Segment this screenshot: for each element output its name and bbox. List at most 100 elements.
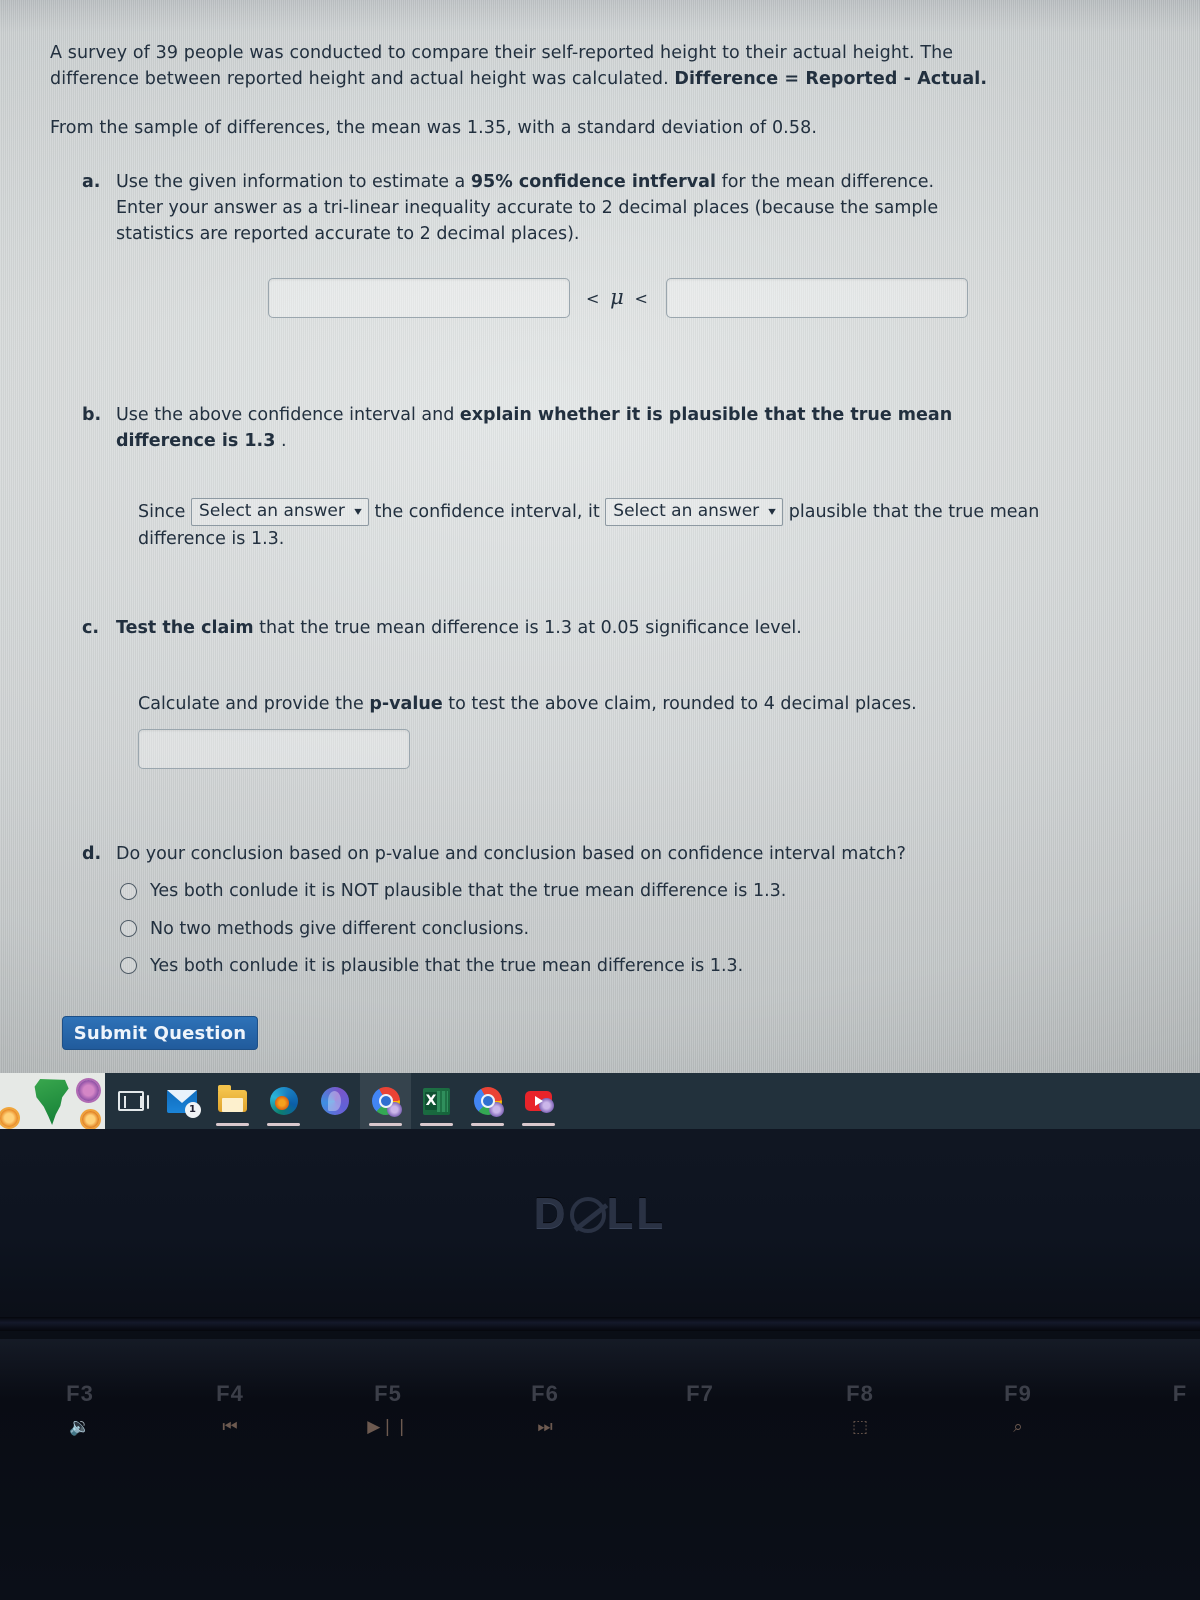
taskbar-item-mail[interactable]: 1 xyxy=(156,1073,207,1129)
part-a-body: Use the given information to estimate a … xyxy=(116,169,1076,248)
part-c-text-post: that the true mean difference is 1.3 at … xyxy=(253,617,802,638)
confidence-level-label: 95% confidence intferval xyxy=(470,171,716,192)
laptop-screen: A survey of 39 people was conducted to c… xyxy=(0,0,1200,1073)
key-f8[interactable]: F8 ⬚ xyxy=(820,1381,900,1436)
radio-button-icon[interactable] xyxy=(120,882,137,900)
taskbar-item-edge[interactable] xyxy=(258,1073,309,1129)
profile-avatar-icon xyxy=(386,1102,402,1117)
africa-map-icon xyxy=(34,1078,69,1126)
question-intro: A survey of 39 people was conducted to c… xyxy=(50,40,1140,141)
part-b-marker: b. xyxy=(82,404,102,425)
plausibility-dropdown-2[interactable]: Select an answer ▾ xyxy=(605,498,784,527)
part-b-answer-sentence: Since Select an answer ▾ the confidence i… xyxy=(138,498,1140,553)
key-f6[interactable]: F6 ⏭ xyxy=(505,1381,585,1436)
submit-question-button[interactable]: Submit Question xyxy=(62,1016,258,1050)
mu-symbol: μ xyxy=(610,284,626,309)
pvalue-label: p-value xyxy=(369,693,443,714)
taskbar-item-chrome-active[interactable] xyxy=(360,1073,411,1129)
virus-icon xyxy=(0,1109,18,1127)
taskbar-item-youtube[interactable] xyxy=(513,1073,564,1129)
youtube-icon xyxy=(525,1091,554,1113)
plausibility-dropdown-2-value: Select an answer xyxy=(613,501,760,521)
part-c-line-1: Test the claim that the true mean differ… xyxy=(116,615,1076,641)
ci-lower-bound-input[interactable] xyxy=(268,277,570,318)
part-d-option-2[interactable]: Yes both conlude it is plausible that th… xyxy=(120,953,1140,979)
plausibility-dropdown-1-value: Select an answer xyxy=(199,501,345,521)
taskbar-items: 1 xyxy=(105,1073,564,1129)
pvalue-prompt-pre: Calculate and provide the xyxy=(138,693,370,714)
chevron-down-icon: ▾ xyxy=(354,504,362,519)
profile-avatar-icon xyxy=(488,1102,504,1117)
project-display-icon: ⬚ xyxy=(851,1417,869,1437)
dell-logo-prefix: D xyxy=(533,1189,569,1238)
intro-line-2: difference between reported height and a… xyxy=(50,66,1090,92)
part-d-option-1[interactable]: No two methods give different conclusion… xyxy=(120,916,1140,942)
part-a: a. Use the given information to estimate… xyxy=(46,169,1140,248)
part-d-marker: d. xyxy=(82,844,102,864)
taskbar-item-chrome[interactable] xyxy=(462,1073,513,1129)
key-f3[interactable]: F3 🔉 xyxy=(40,1381,120,1436)
sentence-end-label: plausible that the true mean xyxy=(788,502,1040,523)
key-f5-label: F5 xyxy=(374,1381,402,1406)
part-b-emphasis: explain whether it is plausible that the… xyxy=(459,404,953,425)
mu-inequality-label: < μ < xyxy=(586,282,650,314)
key-f4[interactable]: F4 ⏮ xyxy=(190,1381,270,1436)
lt-left: < xyxy=(586,288,602,308)
part-d-option-2-label: Yes both conlude it is plausible that th… xyxy=(150,955,744,976)
copilot-icon xyxy=(320,1087,349,1115)
pvalue-input[interactable] xyxy=(138,729,410,769)
part-b-sentence-line-2: difference is 1.3. xyxy=(138,529,285,550)
running-indicator xyxy=(369,1123,402,1126)
next-track-icon: ⏭ xyxy=(537,1417,553,1437)
part-d-option-0-label: Yes both conlude it is NOT plausible tha… xyxy=(150,881,787,902)
radio-button-icon[interactable] xyxy=(120,920,137,938)
function-key-row: F3 🔉 F4 ⏮ F5 ▶❘❘ F6 ⏭ F7 F8 ⬚ F9 ⌕ F xyxy=(0,1381,1200,1501)
pvalue-section: Calculate and provide the p-value to tes… xyxy=(138,691,1140,769)
taskbar-wallpaper-edge xyxy=(0,1073,105,1129)
windows-taskbar: 1 xyxy=(0,1073,1200,1129)
taskbar-item-copilot[interactable] xyxy=(309,1073,360,1129)
part-c-marker: c. xyxy=(82,617,100,638)
part-b-text-pre: Use the above confidence interval and xyxy=(116,404,460,425)
taskbar-item-file-explorer[interactable] xyxy=(207,1073,258,1129)
part-a-marker: a. xyxy=(82,171,101,192)
part-d-body: Do your conclusion based on p-value and … xyxy=(116,841,1076,867)
laptop-bezel: D LL F3 🔉 F4 ⏮ F5 ▶❘❘ F6 ⏭ F7 F8 ⬚ F9 ⌕ … xyxy=(0,1129,1200,1600)
virus-icon xyxy=(78,1080,99,1101)
confidence-interval-row: < μ < xyxy=(268,277,1140,318)
search-icon: ⌕ xyxy=(1013,1417,1023,1437)
mail-icon: 1 xyxy=(166,1089,201,1118)
part-d-option-1-label: No two methods give different conclusion… xyxy=(150,918,530,939)
radio-button-icon[interactable] xyxy=(120,957,137,975)
key-f8-label: F8 xyxy=(846,1381,874,1406)
part-d-option-0[interactable]: Yes both conlude it is NOT plausible tha… xyxy=(120,878,1140,904)
part-d-question: Do your conclusion based on p-value and … xyxy=(116,844,906,864)
key-f10[interactable]: F xyxy=(1150,1381,1200,1407)
key-f9[interactable]: F9 ⌕ xyxy=(978,1381,1058,1436)
key-f9-label: F9 xyxy=(1004,1381,1032,1406)
taskbar-item-excel[interactable] xyxy=(411,1073,462,1129)
task-view-icon xyxy=(117,1091,149,1111)
taskbar-item-task-view[interactable] xyxy=(105,1073,156,1129)
chrome-icon xyxy=(371,1087,402,1117)
part-b-line-2: difference is 1.3 . xyxy=(116,428,1076,454)
running-indicator xyxy=(420,1123,453,1126)
running-indicator xyxy=(471,1123,504,1126)
part-b-emphasis-2: difference is 1.3 xyxy=(116,430,276,451)
part-b-sentence-line-1: Since Select an answer ▾ the confidence i… xyxy=(138,498,1140,527)
part-a-line-1: Use the given information to estimate a … xyxy=(116,169,1076,195)
profile-avatar-icon xyxy=(539,1098,554,1113)
part-b: b. Use the above confidence interval and… xyxy=(46,402,1140,455)
chevron-down-icon: ▾ xyxy=(768,504,776,519)
ci-upper-bound-input[interactable] xyxy=(665,277,968,318)
part-b-text-post: . xyxy=(275,430,287,451)
mail-unread-badge: 1 xyxy=(184,1101,201,1118)
key-f5[interactable]: F5 ▶❘❘ xyxy=(348,1381,428,1436)
key-f4-label: F4 xyxy=(216,1381,244,1406)
part-a-line-2: Enter your answer as a tri-linear inequa… xyxy=(116,198,939,218)
plausibility-dropdown-1[interactable]: Select an answer ▾ xyxy=(191,498,369,527)
pvalue-prompt: Calculate and provide the p-value to tes… xyxy=(138,691,1140,717)
key-f7[interactable]: F7 xyxy=(660,1381,740,1419)
part-c-body: Test the claim that the true mean differ… xyxy=(116,615,1076,641)
virus-icon xyxy=(82,1111,99,1128)
